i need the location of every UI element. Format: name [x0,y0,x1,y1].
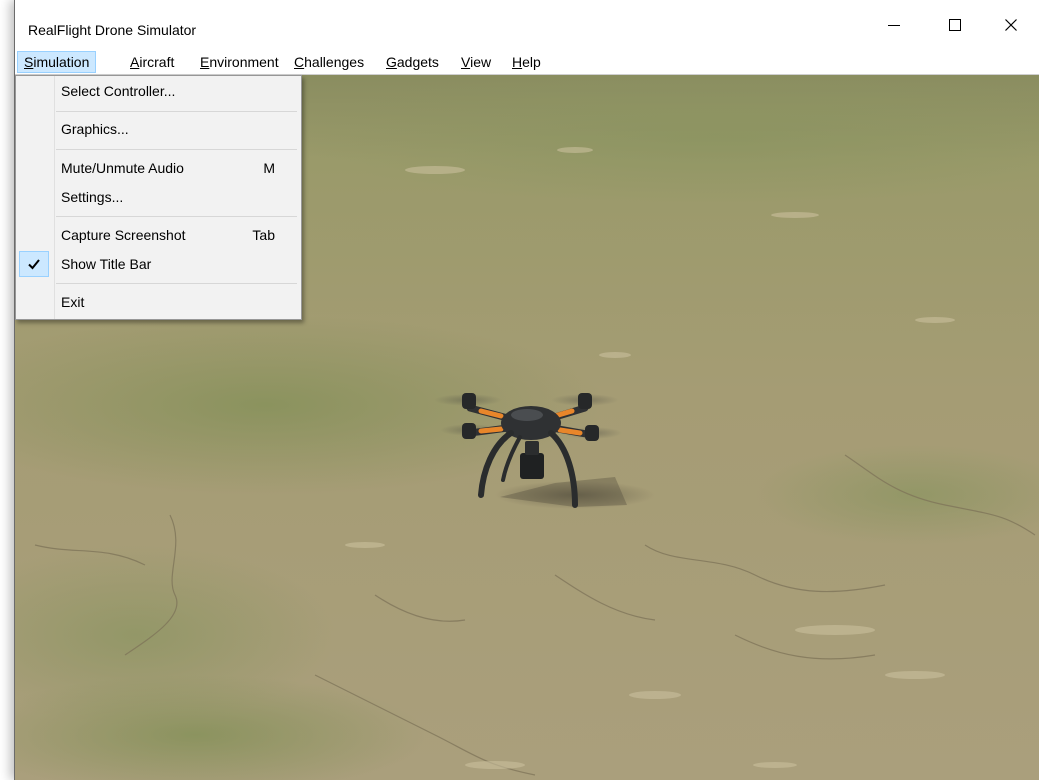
menu-item-show-title-bar[interactable]: Show Title Bar [16,251,301,279]
menu-gadgets[interactable]: Gadgets [380,51,445,73]
menu-environment-access-key: E [200,54,210,70]
menu-help-access-key: H [512,54,523,70]
minimize-icon [888,25,900,26]
menu-aircraft-access-key: A [130,54,140,70]
menu-item-label: Show Title Bar [61,256,152,272]
menu-gadgets-access-key: G [386,54,397,70]
menu-item-shortcut: M [263,160,275,176]
title-bar[interactable]: RealFlight Drone Simulator [15,0,1039,50]
drone-body-highlight [511,409,543,421]
arm-accent [478,426,504,434]
camera-gimbal-mount [525,441,539,455]
menu-item-shortcut: Tab [252,227,275,243]
menu-item-graphics[interactable]: Graphics... [16,116,301,144]
maximize-icon [949,19,961,31]
menu-simulation-access-key: S [24,54,34,70]
menu-view[interactable]: View [455,51,497,73]
simulation-menu-dropdown: Select Controller... Graphics... Mute/Un… [15,75,302,320]
menu-aircraft[interactable]: Aircraft [124,51,180,73]
menu-item-settings[interactable]: Settings... [16,184,301,212]
menu-separator [56,216,297,217]
menu-item-select-controller[interactable]: Select Controller... [16,78,301,106]
menu-separator [56,149,297,150]
arm-accent [557,427,583,436]
checkmark-icon [28,259,40,270]
menu-simulation[interactable]: Simulation [17,51,97,73]
menu-item-label: Capture Screenshot [61,227,186,243]
menu-item-capture-screenshot[interactable]: Capture Screenshot Tab [16,222,301,250]
menu-item-label: Settings... [61,189,124,205]
menu-separator [56,283,297,284]
menu-help-label: elp [522,54,541,70]
menu-item-label: Mute/Unmute Audio [61,160,184,176]
menu-item-label: Graphics... [61,121,129,137]
menu-aircraft-label: ircraft [139,54,175,70]
maximize-button[interactable] [932,10,978,40]
menu-environment-label: nvironment [209,54,279,70]
menu-item-label: Select Controller... [61,83,176,99]
menu-item-exit[interactable]: Exit [16,289,301,317]
camera-gimbal [520,453,544,479]
menu-challenges-access-key: C [294,54,305,70]
menu-item-mute-audio[interactable]: Mute/Unmute Audio M [16,155,301,183]
window-title: RealFlight Drone Simulator [28,22,197,38]
menu-challenges-label: hallenges [304,54,365,70]
checkmark-box [19,251,49,277]
menu-bar: Simulation Aircraft Environment Challeng… [15,50,1039,75]
menu-challenges[interactable]: Challenges [288,51,370,73]
close-button[interactable] [988,10,1034,40]
minimize-button[interactable] [871,10,917,40]
menu-view-access-key: V [461,54,471,70]
menu-simulation-label: imulation [33,54,90,70]
menu-separator [56,111,297,112]
menu-gadgets-label: adgets [396,54,439,70]
close-icon [1005,19,1017,31]
menu-help[interactable]: Help [506,51,547,73]
app-window: RealFlight Drone Simulator Simulation Ai… [14,0,1039,780]
menu-environment[interactable]: Environment [194,51,285,73]
menu-item-label: Exit [61,294,85,310]
menu-view-label: iew [470,54,492,70]
